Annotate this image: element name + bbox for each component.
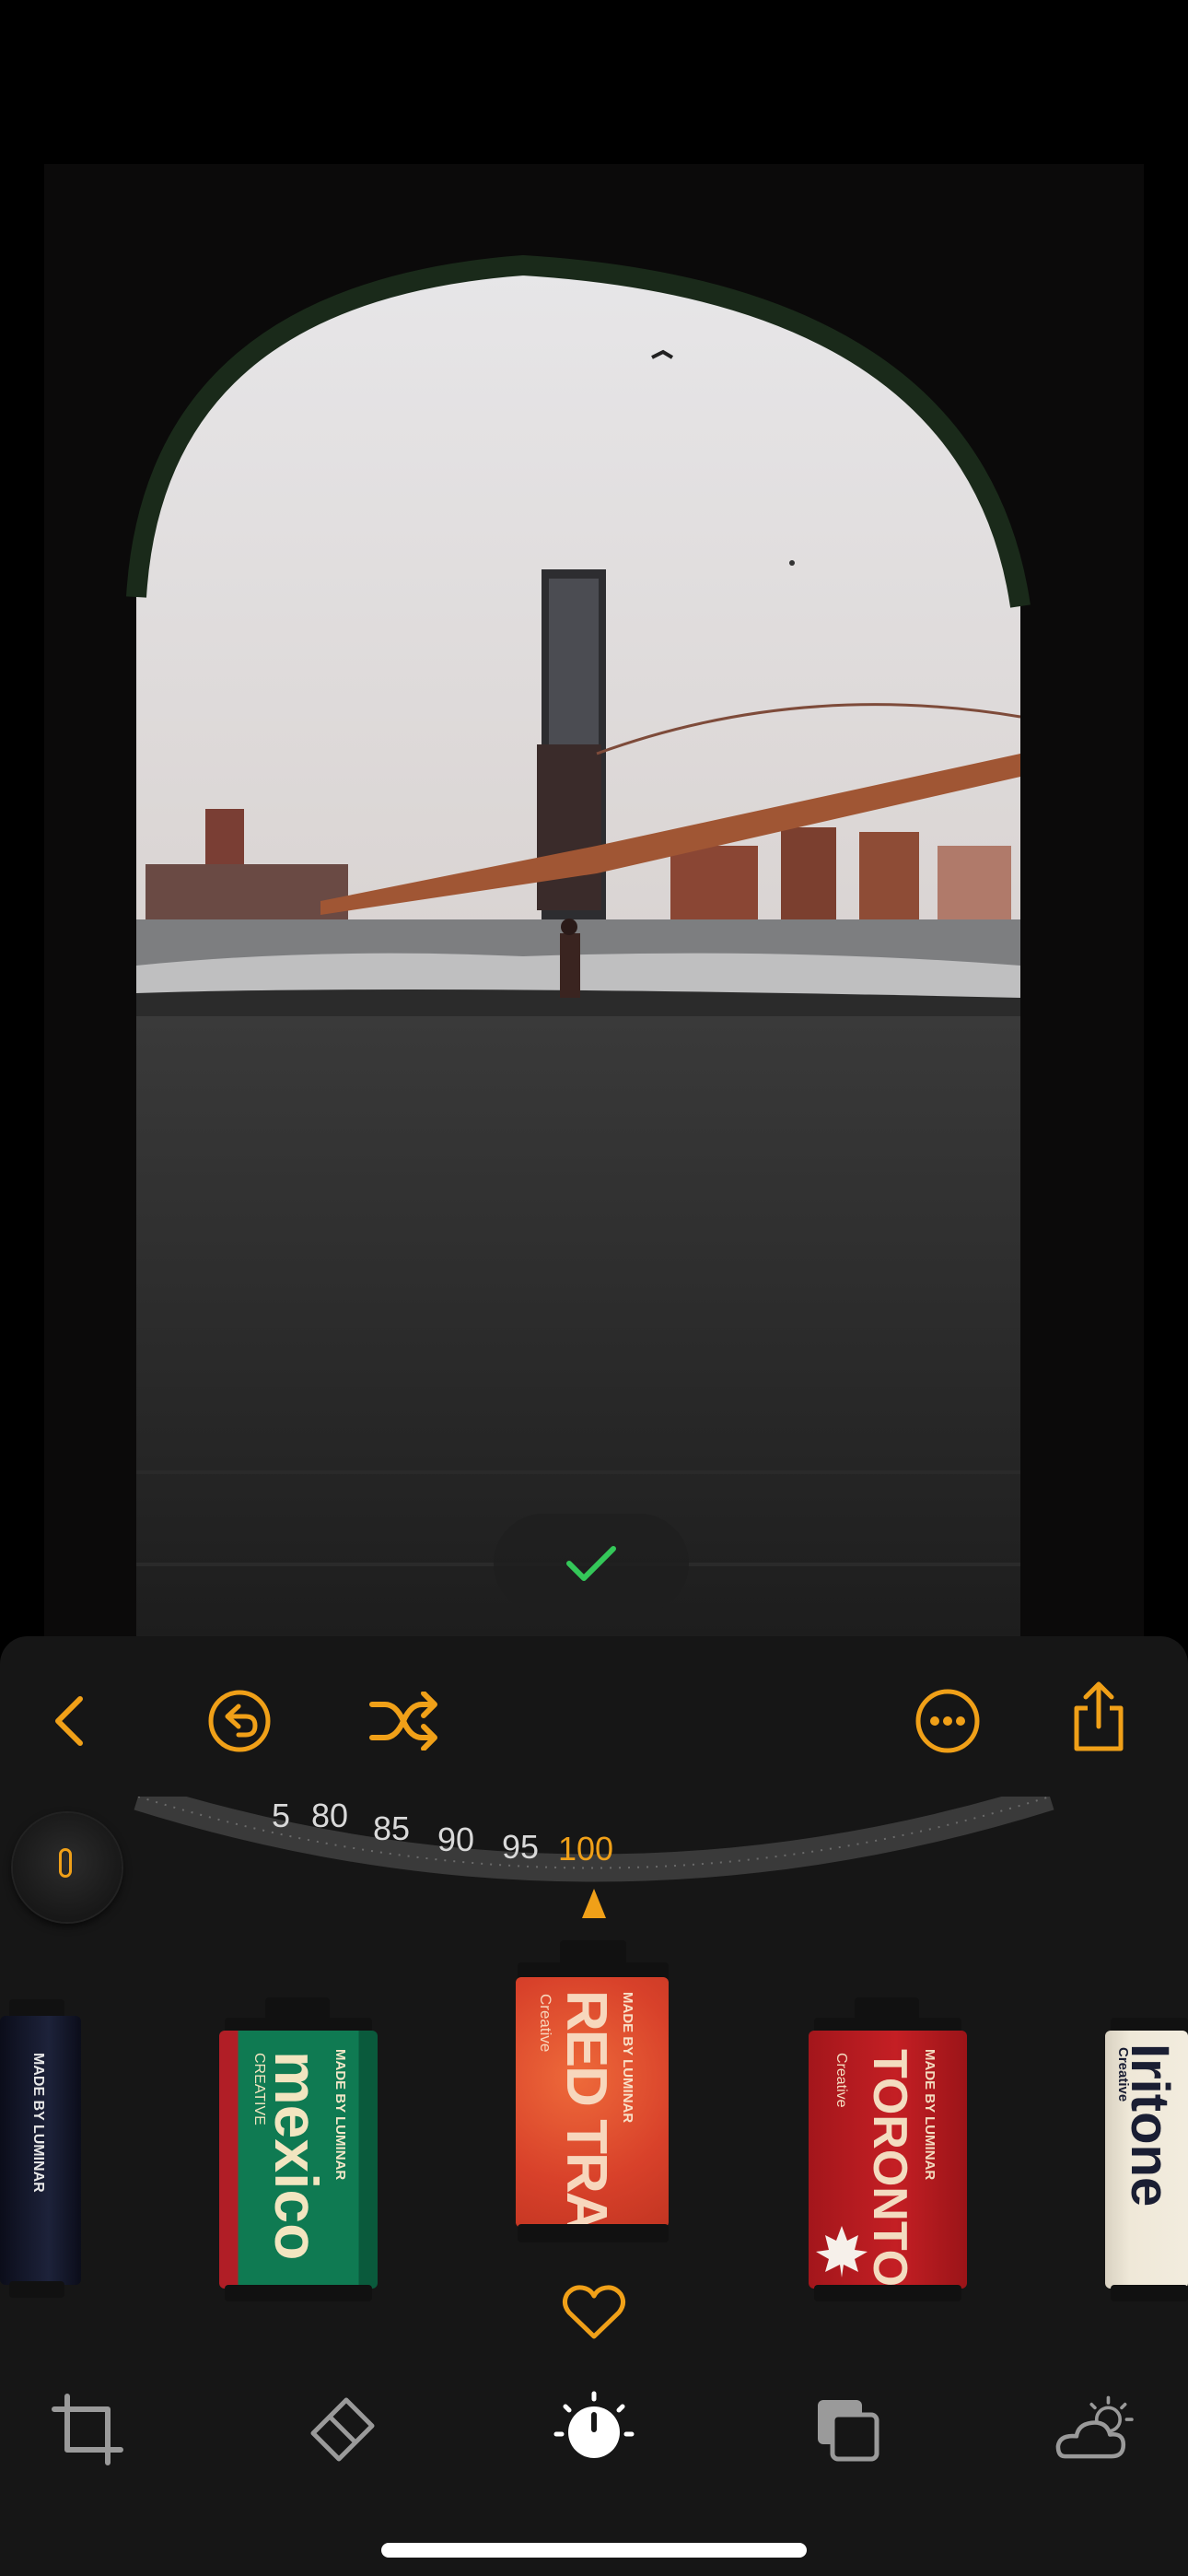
shuffle-button[interactable] bbox=[364, 1680, 447, 1762]
film-brand: MADE BY LUMINAR bbox=[620, 1992, 635, 2124]
dial-value: 90 bbox=[437, 1821, 475, 1858]
film-category: CREATIVE bbox=[251, 2053, 267, 2125]
dial-value: 85 bbox=[373, 1809, 411, 1847]
dial-value: 95 bbox=[502, 1828, 540, 1866]
share-button[interactable] bbox=[1057, 1675, 1140, 1758]
layers-icon bbox=[818, 2400, 879, 2462]
film-category: Creative bbox=[1115, 2047, 1131, 2102]
tab-crop[interactable] bbox=[41, 2391, 134, 2468]
film-name: RED TRACE bbox=[554, 1990, 618, 2228]
tab-weather[interactable] bbox=[1048, 2391, 1140, 2468]
intensity-knob[interactable] bbox=[13, 1813, 122, 1922]
film-brand: MADE BY LUMINAR bbox=[922, 2049, 938, 2181]
undo-icon bbox=[208, 1690, 271, 1752]
favorite-button[interactable] bbox=[560, 2281, 628, 2342]
film-item[interactable]: MADE BY LUMINAR bbox=[0, 1999, 83, 2303]
film-brand: MADE BY LUMINAR bbox=[30, 2053, 46, 2193]
film-item[interactable]: MADE BY LUMINAR TORONTO Creative bbox=[807, 1997, 971, 2306]
dial-value: 5 bbox=[272, 1797, 291, 1834]
film-item-selected[interactable]: MADE BY LUMINAR RED TRACE Creative bbox=[512, 1940, 674, 2246]
back-button[interactable] bbox=[28, 1680, 111, 1762]
film-brand: MADE BY LUMINAR bbox=[332, 2049, 348, 2181]
tab-layers[interactable] bbox=[801, 2391, 893, 2468]
film-category: Creative bbox=[537, 1994, 554, 2053]
weather-icon bbox=[1055, 2395, 1134, 2459]
dial-pointer bbox=[582, 1889, 606, 1923]
knob-indicator bbox=[59, 1848, 72, 1878]
tab-adjust[interactable] bbox=[548, 2391, 640, 2468]
film-category: Creative bbox=[833, 2053, 849, 2108]
eraser-icon bbox=[310, 2397, 375, 2462]
adjust-dial-icon bbox=[553, 2391, 635, 2458]
home-indicator[interactable] bbox=[381, 2543, 807, 2558]
shuffle-icon bbox=[369, 1692, 437, 1751]
heart-icon bbox=[562, 2285, 626, 2339]
film-item[interactable]: MADE BY LUMINAR mexico CREATIVE bbox=[217, 1997, 381, 2306]
crop-icon bbox=[52, 2394, 123, 2465]
chevron-left-icon bbox=[55, 1696, 83, 1746]
share-icon bbox=[1074, 1681, 1124, 1751]
dial-value-active: 100 bbox=[558, 1830, 614, 1868]
photo-image bbox=[44, 164, 1144, 1636]
maple-leaf-icon bbox=[816, 2226, 868, 2277]
tab-erase[interactable] bbox=[297, 2391, 389, 2468]
confirm-button[interactable] bbox=[494, 1514, 689, 1613]
film-item[interactable]: Iritone Creative bbox=[1101, 1997, 1188, 2306]
more-button[interactable] bbox=[906, 1680, 989, 1762]
checkmark-icon bbox=[566, 1546, 616, 1581]
dial-value: 80 bbox=[311, 1797, 349, 1834]
undo-button[interactable] bbox=[198, 1680, 281, 1762]
photo-canvas[interactable] bbox=[44, 164, 1144, 1636]
ellipsis-circle-icon bbox=[915, 1689, 980, 1753]
film-name: mexico bbox=[262, 2051, 331, 2261]
film-name: TORONTO bbox=[863, 2049, 916, 2288]
